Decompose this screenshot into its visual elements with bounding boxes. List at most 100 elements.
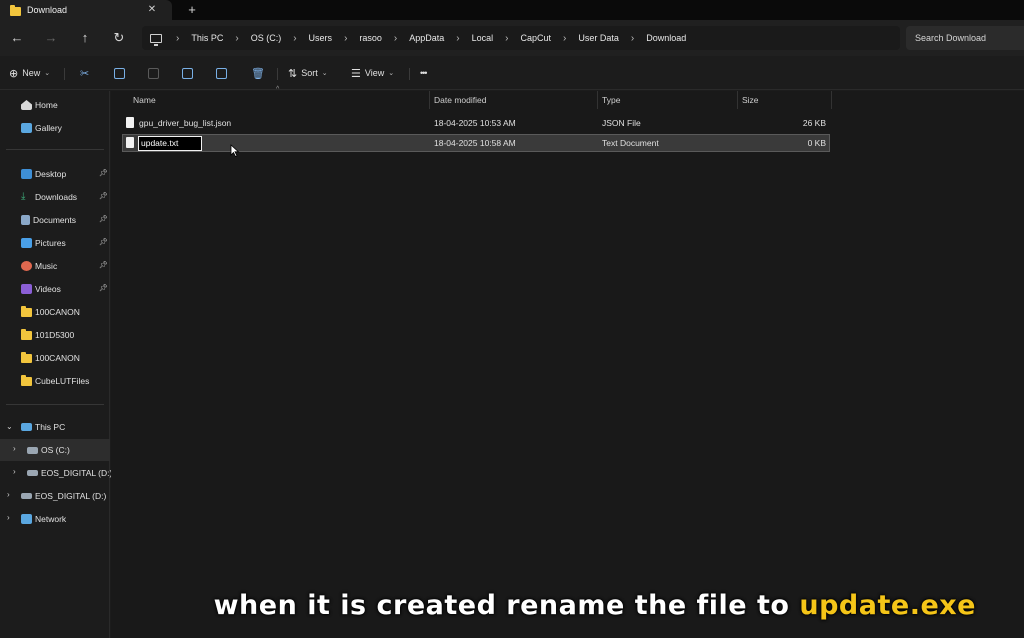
see-more-button[interactable]: ••• (420, 64, 428, 82)
column-header-name[interactable]: Name (129, 91, 430, 109)
file-date: 18-04-2025 10:58 AM (434, 138, 516, 148)
caption-highlight: update.exe (799, 590, 976, 621)
chevron-right-icon: › (393, 32, 398, 44)
breadcrumb-capcut[interactable]: CapCut (521, 33, 552, 43)
sidebar-item-pictures[interactable]: Pictures 📌︎ (0, 232, 110, 254)
folder-icon (21, 328, 32, 340)
new-button[interactable]: ⊕ New ⌄ (9, 64, 50, 82)
paste-button[interactable] (148, 64, 159, 82)
breadcrumb-rasoo[interactable]: rasoo (359, 33, 382, 43)
sidebar-item-cubelutfiles[interactable]: CubeLUTFiles (0, 370, 110, 392)
share-icon (216, 67, 227, 79)
breadcrumb-download[interactable]: Download (646, 33, 686, 43)
music-icon (21, 261, 32, 271)
sidebar-item-this-pc[interactable]: ⌄ This PC (0, 416, 110, 438)
refresh-button[interactable]: ↻ (109, 28, 129, 48)
sidebar-item-label: Downloads (35, 192, 78, 202)
pictures-icon (21, 238, 32, 248)
breadcrumb-users[interactable]: Users (309, 33, 333, 43)
folder-icon (21, 305, 32, 317)
sidebar-item-label: Music (35, 261, 58, 271)
more-icon: ••• (420, 68, 428, 78)
sidebar-item-music[interactable]: Music 📌︎ (0, 255, 110, 277)
sort-button[interactable]: ⇅ Sort ⌄ (288, 64, 328, 82)
folder-icon (10, 4, 21, 16)
share-button[interactable] (216, 64, 227, 82)
rename-input[interactable]: update.txt (138, 136, 202, 151)
breadcrumb-this-pc[interactable]: This PC (191, 33, 223, 43)
copy-button[interactable] (114, 64, 125, 82)
sidebar-item-100canon-2[interactable]: 100CANON (0, 347, 110, 369)
pin-icon: 📌︎ (99, 262, 108, 269)
sidebar-item-label: Videos (35, 284, 61, 294)
sidebar-item-100canon[interactable]: 100CANON (0, 301, 110, 323)
address-bar[interactable]: › This PC › OS (C:) › Users › rasoo › Ap… (142, 26, 900, 50)
drive-icon (27, 446, 38, 454)
file-row[interactable]: gpu_driver_bug_list.json 18-04-2025 10:5… (122, 114, 830, 132)
delete-button[interactable]: 🗑︎ (251, 64, 265, 82)
file-size: 26 KB (802, 118, 826, 128)
view-list-icon: ☰ (351, 67, 361, 80)
file-type: JSON File (602, 118, 641, 128)
sidebar-item-desktop[interactable]: Desktop 📌︎ (0, 163, 110, 185)
column-header-type[interactable]: Type (598, 91, 738, 109)
file-type: Text Document (602, 138, 659, 148)
pin-icon: 📌︎ (99, 193, 108, 200)
sidebar-item-label: EOS_DIGITAL (D:) (35, 491, 107, 501)
navigation-pane: Home Gallery Desktop 📌︎ ⤓ Downloads 📌︎ D… (0, 91, 112, 638)
sidebar-item-label: Documents (33, 215, 76, 225)
tab-download[interactable]: Download ✕ (0, 0, 172, 20)
up-button[interactable]: ↑ (75, 28, 95, 48)
sidebar-item-label: Gallery (35, 123, 62, 133)
chevron-down-icon[interactable]: ⌄ (6, 422, 13, 431)
video-caption: when it is created rename the file to up… (0, 590, 1024, 621)
rename-button[interactable] (182, 64, 193, 82)
file-row-selected[interactable]: update.txt 18-04-2025 10:58 AM Text Docu… (122, 134, 830, 152)
command-bar: ⊕ New ⌄ ✂ 🗑︎ ⇅ Sort ⌄ ☰ View ⌄ ••• (0, 56, 1024, 90)
search-input[interactable]: Search Download (906, 26, 1024, 50)
sidebar-item-label: 100CANON (35, 307, 80, 317)
sort-ascending-icon: ^ (276, 86, 280, 93)
file-list: Name ^ Date modified Type Size gpu_drive… (111, 86, 1024, 638)
chevron-right-icon[interactable]: › (7, 513, 10, 522)
breadcrumb-local[interactable]: Local (472, 33, 494, 43)
folder-icon (21, 374, 32, 386)
sidebar-item-eos-digital-d[interactable]: › EOS_DIGITAL (D:) (0, 462, 112, 484)
sidebar-item-documents[interactable]: Documents 📌︎ (0, 209, 110, 231)
close-tab-icon[interactable]: ✕ (145, 3, 159, 17)
breadcrumb-user-data[interactable]: User Data (578, 33, 619, 43)
sidebar-item-videos[interactable]: Videos 📌︎ (0, 278, 110, 300)
column-header-size[interactable]: Size (738, 91, 832, 109)
forward-button[interactable]: → (41, 28, 61, 48)
sidebar-item-downloads[interactable]: ⤓ Downloads 📌︎ (0, 186, 110, 208)
title-bar: Download ✕ + (0, 0, 1024, 20)
cut-button[interactable]: ✂ (80, 64, 89, 82)
chevron-right-icon[interactable]: › (7, 490, 10, 499)
sidebar-item-gallery[interactable]: Gallery (0, 117, 110, 139)
sort-label: Sort (301, 68, 318, 78)
chevron-right-icon[interactable]: › (13, 467, 16, 476)
column-header-date-modified[interactable]: Date modified (430, 91, 598, 109)
sidebar-item-label: Pictures (35, 238, 66, 248)
sidebar-item-home[interactable]: Home (0, 94, 110, 116)
new-tab-button[interactable]: + (185, 2, 199, 18)
sidebar-item-101d5300[interactable]: 101D5300 (0, 324, 110, 346)
sidebar-item-label: Desktop (35, 169, 67, 179)
chevron-right-icon[interactable]: › (13, 444, 16, 453)
home-icon (21, 100, 32, 110)
copy-icon (114, 67, 125, 79)
view-button[interactable]: ☰ View ⌄ (351, 64, 394, 82)
drive-icon (21, 493, 32, 499)
downloads-icon: ⤓ (21, 191, 26, 202)
sidebar-item-label: CubeLUTFiles (35, 376, 90, 386)
breadcrumb-appdata[interactable]: AppData (409, 33, 444, 43)
sidebar-item-eos-digital-d-2[interactable]: › EOS_DIGITAL (D:) (0, 485, 110, 507)
breadcrumb-os-c[interactable]: OS (C:) (251, 33, 282, 43)
sidebar-item-os-c[interactable]: › OS (C:) (0, 439, 110, 461)
chevron-down-icon: ⌄ (388, 70, 395, 77)
sidebar-item-network[interactable]: › Network (0, 508, 110, 530)
pin-icon: 📌︎ (99, 170, 108, 177)
desktop-icon (21, 169, 32, 179)
back-button[interactable]: ← (7, 28, 27, 48)
caption-text: when it is created rename the file to (213, 590, 800, 621)
